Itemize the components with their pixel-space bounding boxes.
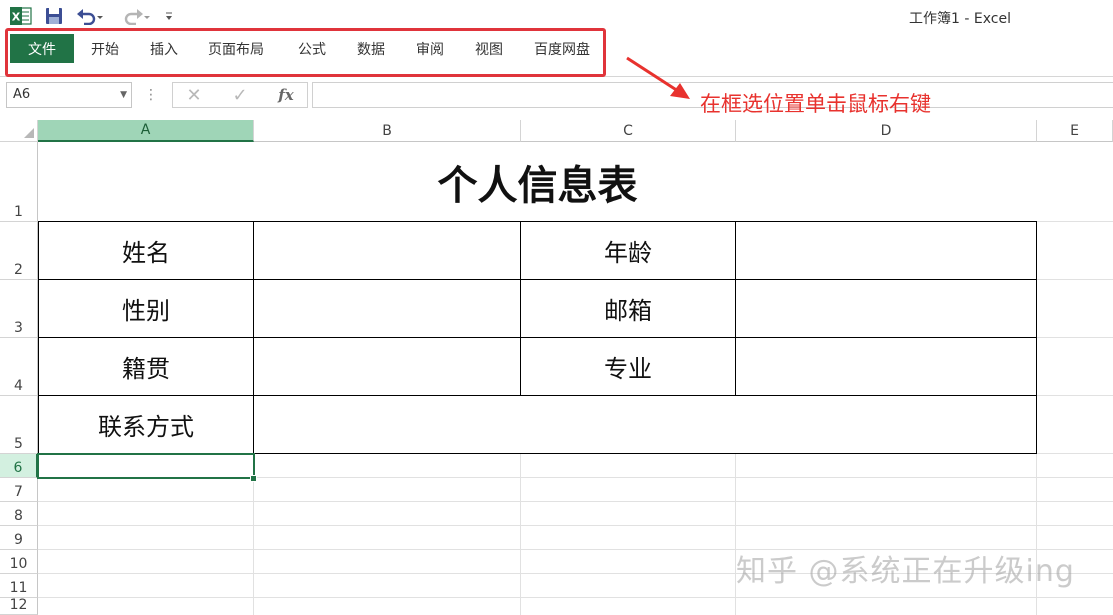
annotation-text: 在框选位置单击鼠标右键 (700, 92, 931, 116)
row-header-5[interactable]: 5 (0, 396, 38, 454)
cell-value-major[interactable] (735, 337, 1037, 396)
cell-label-hometown[interactable]: 籍贯 (38, 337, 254, 396)
name-box[interactable]: A6 ▼ (6, 82, 132, 108)
cell-label-age[interactable]: 年龄 (520, 221, 736, 280)
column-header-b[interactable]: B (254, 120, 521, 142)
cell-value-hometown[interactable] (253, 337, 521, 396)
cell-label-contact[interactable]: 联系方式 (38, 395, 254, 454)
row-header-9[interactable]: 9 (0, 526, 38, 550)
watermark: 知乎 @系统正在升级ing (736, 554, 1075, 589)
gridline (38, 525, 1113, 526)
undo-icon[interactable] (76, 6, 104, 26)
cancel-icon[interactable]: ✕ (179, 83, 209, 107)
row-header-1[interactable]: 1 (0, 142, 38, 222)
select-all-button[interactable] (0, 120, 38, 142)
cell-label-major[interactable]: 专业 (520, 337, 736, 396)
row-header-2[interactable]: 2 (0, 222, 38, 280)
name-box-value: A6 (13, 87, 31, 102)
gridline (38, 597, 1113, 598)
row-header-6[interactable]: 6 (0, 454, 38, 478)
spreadsheet-grid[interactable]: A B C D E 1 2 3 4 5 6 7 8 9 10 11 12 个人信… (0, 120, 1113, 615)
column-header-c[interactable]: C (521, 120, 736, 142)
vertical-dots-icon[interactable]: ⋮ (144, 86, 158, 104)
row-header-8[interactable]: 8 (0, 502, 38, 526)
cell-value-gender[interactable] (253, 279, 521, 338)
column-header-e[interactable]: E (1037, 120, 1113, 142)
row-header-10[interactable]: 10 (0, 550, 38, 574)
customize-qat-icon[interactable] (162, 6, 176, 26)
cell-label-name[interactable]: 姓名 (38, 221, 254, 280)
insert-function-icon[interactable]: fx (271, 83, 301, 107)
cell-value-contact[interactable] (253, 395, 1037, 454)
active-cell-a6[interactable] (37, 453, 255, 479)
row-header-11[interactable]: 11 (0, 574, 38, 598)
column-header-a[interactable]: A (38, 120, 254, 142)
cell-value-age[interactable] (735, 221, 1037, 280)
fill-handle[interactable] (250, 475, 257, 482)
save-icon[interactable] (44, 6, 64, 26)
chevron-down-icon[interactable]: ▼ (120, 83, 127, 107)
svg-text:X: X (12, 11, 21, 24)
annotation-highlight-box (5, 28, 606, 77)
cell-label-email[interactable]: 邮箱 (520, 279, 736, 338)
cell-value-email[interactable] (735, 279, 1037, 338)
row-header-12[interactable]: 12 (0, 597, 38, 615)
column-header-d[interactable]: D (736, 120, 1037, 142)
formula-bar: A6 ▼ ⋮ ✕ ✓ fx (0, 78, 1113, 112)
row-header-7[interactable]: 7 (0, 478, 38, 502)
enter-icon[interactable]: ✓ (225, 83, 255, 107)
cell-label-gender[interactable]: 性别 (38, 279, 254, 338)
row-header-3[interactable]: 3 (0, 280, 38, 338)
excel-logo-icon: X (10, 6, 32, 26)
formula-buttons: ✕ ✓ fx (172, 82, 308, 108)
gridline (38, 501, 1113, 502)
cell-value-name[interactable] (253, 221, 521, 280)
redo-icon[interactable] (120, 6, 150, 26)
window-title: 工作簿1 - Excel (909, 11, 1011, 27)
row-header-4[interactable]: 4 (0, 338, 38, 396)
sheet-title[interactable]: 个人信息表 (38, 142, 1037, 222)
